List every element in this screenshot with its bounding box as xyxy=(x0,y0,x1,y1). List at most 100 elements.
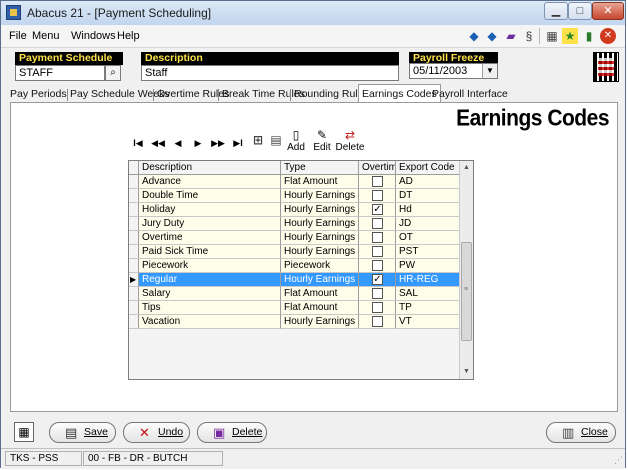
prev-page-button[interactable]: ◀◀ xyxy=(150,136,166,150)
cell-description[interactable]: Regular xyxy=(139,273,281,287)
resize-grip-icon[interactable]: ⋰ xyxy=(614,455,623,466)
cell-description[interactable]: Double Time xyxy=(139,189,281,203)
filter-icon[interactable]: ⊞ xyxy=(250,133,266,147)
table-row[interactable]: Advance Flat Amount AD xyxy=(129,175,460,189)
edit-button[interactable]: ✎ Edit xyxy=(308,128,336,153)
cell-type[interactable]: Piecework xyxy=(281,259,359,273)
earnings-codes-grid[interactable]: Description Type Overtime Export Code Ad… xyxy=(128,160,474,380)
arrow-left-icon[interactable]: ◆ xyxy=(466,28,482,44)
exit-icon[interactable]: ▮ xyxy=(581,28,597,44)
cell-type[interactable]: Hourly Earnings xyxy=(281,315,359,329)
cell-export-code[interactable]: JD xyxy=(396,217,460,231)
cell-description[interactable]: Tips xyxy=(139,301,281,315)
app-icon[interactable] xyxy=(6,5,21,20)
minimize-button[interactable]: ▁ xyxy=(544,2,568,20)
cell-type[interactable]: Hourly Earnings xyxy=(281,203,359,217)
cell-type[interactable]: Hourly Earnings xyxy=(281,273,359,287)
grid-scrollbar[interactable]: ▲ ≡ ▼ xyxy=(459,161,473,379)
overtime-checkbox[interactable] xyxy=(372,246,383,257)
cell-description[interactable]: Vacation xyxy=(139,315,281,329)
cell-overtime[interactable] xyxy=(359,315,396,329)
overtime-checkbox[interactable]: ✓ xyxy=(372,274,383,285)
freeze-date-select[interactable]: 05/11/2003 ▼ xyxy=(409,63,498,79)
cell-export-code[interactable]: HR-REG xyxy=(396,273,460,287)
cell-description[interactable]: Piecework xyxy=(139,259,281,273)
cell-type[interactable]: Flat Amount xyxy=(281,301,359,315)
report-icon[interactable]: ▦ xyxy=(14,422,34,442)
tab-pay-schedule-weeks[interactable]: Pay Schedule Weeks xyxy=(70,87,170,102)
cell-overtime[interactable] xyxy=(359,287,396,301)
cell-export-code[interactable]: VT xyxy=(396,315,460,329)
description-input[interactable]: Staff xyxy=(141,65,399,81)
next-page-button[interactable]: ▶▶ xyxy=(210,136,226,150)
cell-export-code[interactable]: OT xyxy=(396,231,460,245)
cell-type[interactable]: Flat Amount xyxy=(281,287,359,301)
cell-export-code[interactable]: AD xyxy=(396,175,460,189)
cell-description[interactable]: Paid Sick Time xyxy=(139,245,281,259)
table-row[interactable]: Vacation Hourly Earnings VT xyxy=(129,315,460,329)
table-row[interactable]: Tips Flat Amount TP xyxy=(129,301,460,315)
cell-export-code[interactable]: TP xyxy=(396,301,460,315)
add-button[interactable]: ▯ Add xyxy=(282,128,310,153)
cell-export-code[interactable]: Hd xyxy=(396,203,460,217)
scroll-down-icon[interactable]: ▼ xyxy=(460,365,473,379)
cell-export-code[interactable]: DT xyxy=(396,189,460,203)
overtime-checkbox[interactable] xyxy=(372,176,383,187)
cell-description[interactable]: Salary xyxy=(139,287,281,301)
lookup-search-icon[interactable]: ⌕ xyxy=(105,65,121,81)
book-icon[interactable]: ▰ xyxy=(503,28,519,44)
column-header-description[interactable]: Description xyxy=(139,161,281,175)
table-row[interactable]: Paid Sick Time Hourly Earnings PST xyxy=(129,245,460,259)
delete-button[interactable]: ▣ Delete xyxy=(197,422,267,443)
overtime-checkbox[interactable] xyxy=(372,260,383,271)
schedule-code-input[interactable]: STAFF xyxy=(15,65,105,81)
tab-pay-periods[interactable]: Pay Periods xyxy=(10,87,67,102)
cell-overtime[interactable] xyxy=(359,189,396,203)
menu-help[interactable]: Help xyxy=(117,30,140,42)
cell-overtime[interactable] xyxy=(359,301,396,315)
column-header-export-code[interactable]: Export Code xyxy=(396,161,460,175)
undo-button[interactable]: ✕ Undo xyxy=(123,422,190,443)
cell-type[interactable]: Hourly Earnings xyxy=(281,231,359,245)
close-button[interactable]: ▥ Close xyxy=(546,422,616,443)
table-row[interactable]: ▶ Regular Hourly Earnings ✓ HR-REG xyxy=(129,273,460,287)
run-icon[interactable]: ★ xyxy=(562,28,578,44)
menu-file[interactable]: File xyxy=(9,30,27,42)
close-window-button[interactable]: ✕ xyxy=(592,2,624,20)
overtime-checkbox[interactable] xyxy=(372,232,383,243)
overtime-checkbox[interactable] xyxy=(372,288,383,299)
tab-break-time-rules[interactable]: Break Time Rules xyxy=(222,87,305,102)
tab-earnings-codes[interactable]: Earnings Codes xyxy=(358,84,441,102)
table-row[interactable]: Piecework Piecework PW xyxy=(129,259,460,273)
menu-menu[interactable]: Menu xyxy=(32,30,60,42)
first-record-button[interactable]: I◀ xyxy=(130,136,146,150)
cell-export-code[interactable]: SAL xyxy=(396,287,460,301)
cell-overtime[interactable] xyxy=(359,259,396,273)
overtime-checkbox[interactable] xyxy=(372,316,383,327)
cell-overtime[interactable] xyxy=(359,245,396,259)
cell-type[interactable]: Hourly Earnings xyxy=(281,245,359,259)
cell-description[interactable]: Advance xyxy=(139,175,281,189)
chevron-down-icon[interactable]: ▼ xyxy=(482,64,497,78)
cell-type[interactable]: Hourly Earnings xyxy=(281,189,359,203)
cell-description[interactable]: Jury Duty xyxy=(139,217,281,231)
last-record-button[interactable]: ▶I xyxy=(230,136,246,150)
cell-type[interactable]: Flat Amount xyxy=(281,175,359,189)
cell-type[interactable]: Hourly Earnings xyxy=(281,217,359,231)
overtime-checkbox[interactable] xyxy=(372,302,383,313)
save-button[interactable]: ▤ Save xyxy=(49,422,116,443)
table-row[interactable]: Jury Duty Hourly Earnings JD xyxy=(129,217,460,231)
column-header-type[interactable]: Type xyxy=(281,161,359,175)
table-row[interactable]: Salary Flat Amount SAL xyxy=(129,287,460,301)
tab-payroll-interface[interactable]: Payroll Interface xyxy=(432,87,508,102)
cell-overtime[interactable]: ✓ xyxy=(359,273,396,287)
table-row[interactable]: Holiday Hourly Earnings ✓ Hd xyxy=(129,203,460,217)
menu-windows[interactable]: Windows xyxy=(71,30,116,42)
arrow-right-icon[interactable]: ◆ xyxy=(484,28,500,44)
scroll-up-icon[interactable]: ▲ xyxy=(460,161,473,175)
cell-description[interactable]: Holiday xyxy=(139,203,281,217)
cell-export-code[interactable]: PST xyxy=(396,245,460,259)
title-bar[interactable]: Abacus 21 - [Payment Scheduling] ▁ □ ✕ xyxy=(1,1,625,26)
maximize-button[interactable]: □ xyxy=(568,2,592,20)
cell-overtime[interactable] xyxy=(359,231,396,245)
